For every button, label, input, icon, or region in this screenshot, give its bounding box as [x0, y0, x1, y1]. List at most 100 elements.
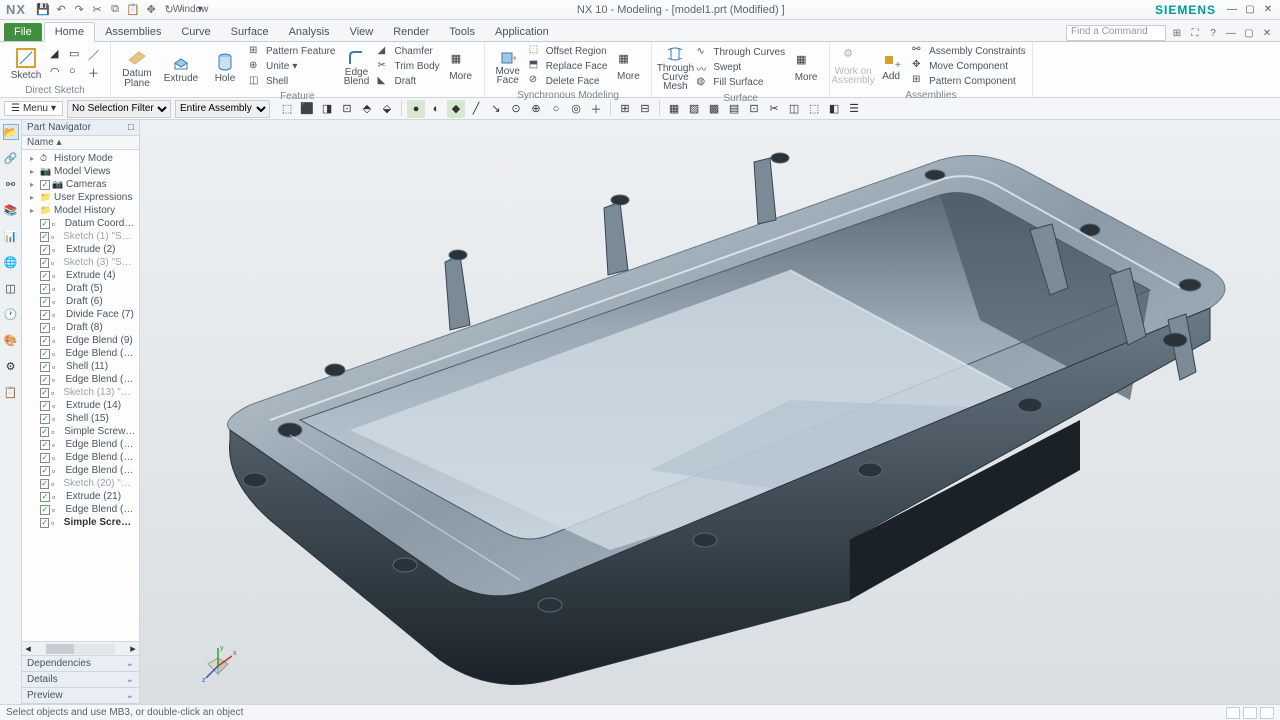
trim-body-button[interactable]: ✂Trim Body [377, 60, 439, 74]
tree-item[interactable]: ✓▫Draft (8) [22, 321, 139, 334]
sel-icon[interactable]: ⊞ [616, 100, 634, 118]
sel-icon[interactable]: ＋ [587, 100, 605, 118]
doc-close-icon[interactable]: ✕ [1260, 26, 1274, 40]
reuse-library-icon[interactable]: 📚 [3, 202, 19, 218]
tab-tools[interactable]: Tools [439, 23, 485, 41]
tree-item[interactable]: ▸✓📷Cameras [22, 178, 139, 191]
constraint-navigator-icon[interactable]: ⚯ [3, 176, 19, 192]
tree-item[interactable]: ▸📷Model Views [22, 165, 139, 178]
tree-item[interactable]: ▸📁User Expressions [22, 191, 139, 204]
panel-scrollbar[interactable]: ◂ ▸ [22, 641, 139, 655]
shell-button[interactable]: ◫Shell [249, 75, 335, 89]
touch-icon[interactable]: ✥ [144, 3, 158, 17]
close-icon[interactable]: ✕ [1260, 3, 1276, 17]
tree-item[interactable]: ✓▫Extrude (14) [22, 399, 139, 412]
minimize-icon[interactable]: — [1224, 3, 1240, 17]
profile-icon[interactable]: ◢ [50, 47, 66, 63]
menu-button[interactable]: ☰ Menu ▾ [4, 101, 63, 116]
through-curves-button[interactable]: ∿Through Curves [696, 46, 785, 60]
sketch-button[interactable]: Sketch [6, 46, 46, 81]
pattern-feature-button[interactable]: ⊞Pattern Feature [249, 45, 335, 59]
tree-item[interactable]: ✓▫Sketch (13) "SKET [22, 386, 139, 399]
tree-item[interactable]: ✓▫Shell (15) [22, 412, 139, 425]
cut-icon[interactable]: ✂ [90, 3, 104, 17]
tab-application[interactable]: Application [485, 23, 559, 41]
sel-icon[interactable]: ○ [547, 100, 565, 118]
sel-icon[interactable]: ◎ [567, 100, 585, 118]
sel-icon[interactable]: ☰ [845, 100, 863, 118]
move-component-button[interactable]: ✥Move Component [912, 59, 1026, 73]
tree-item[interactable]: ✓▫Sketch (3) "SKETC [22, 256, 139, 269]
tree-item[interactable]: ✓▫Sketch (20) "SKET [22, 477, 139, 490]
sel-icon[interactable]: ↘ [487, 100, 505, 118]
tree-item[interactable]: ▸⏱History Mode [22, 152, 139, 165]
tree-item[interactable]: ✓▫Extrude (21) [22, 490, 139, 503]
offset-region-button[interactable]: ⬚Offset Region [529, 44, 608, 58]
tree-item[interactable]: ✓▫Edge Blend (19) [22, 464, 139, 477]
clipboard-icon[interactable]: 📋 [3, 384, 19, 400]
layer-icon[interactable]: ◫ [3, 280, 19, 296]
sel-icon[interactable]: ◫ [785, 100, 803, 118]
panel-columns[interactable]: Name ▴ [22, 136, 139, 150]
through-curve-mesh-button[interactable]: Through Curve Mesh [658, 44, 692, 91]
command-search[interactable]: Find a Command [1066, 25, 1166, 41]
sel-icon[interactable]: ⬘ [358, 100, 376, 118]
sel-icon[interactable]: ✂ [765, 100, 783, 118]
point-icon[interactable]: ＋ [88, 65, 104, 81]
paste-icon[interactable]: 📋 [126, 3, 140, 17]
status-icon[interactable] [1226, 707, 1240, 719]
graphics-viewport[interactable]: x y z [140, 120, 1280, 704]
details-section[interactable]: Details⌄ [22, 672, 139, 688]
sel-icon[interactable]: ╱ [467, 100, 485, 118]
arc-icon[interactable]: ◠ [50, 65, 66, 81]
tree-item[interactable]: ✓▫Sketch (1) "SKETC [22, 230, 139, 243]
doc-max-icon[interactable]: ▢ [1242, 26, 1256, 40]
extrude-button[interactable]: Extrude [161, 49, 201, 84]
tab-analysis[interactable]: Analysis [279, 23, 340, 41]
tree-item[interactable]: ✓▫Edge Blend (17) [22, 438, 139, 451]
unite-button[interactable]: ⊕Unite ▾ [249, 60, 335, 74]
file-tab[interactable]: File [4, 23, 42, 41]
help-icon[interactable]: ? [1206, 26, 1220, 40]
tree-item[interactable]: ✓▫Draft (6) [22, 295, 139, 308]
history-icon[interactable]: 🕐 [3, 306, 19, 322]
datum-plane-button[interactable]: Datum Plane [117, 44, 157, 89]
sel-icon[interactable]: ⊟ [636, 100, 654, 118]
tree-item[interactable]: ✓▫Edge Blend (9) [22, 334, 139, 347]
sel-icon[interactable]: ⊙ [507, 100, 525, 118]
sel-icon[interactable]: ⬙ [378, 100, 396, 118]
tab-view[interactable]: View [340, 23, 384, 41]
tree-item[interactable]: ✓▫Datum Coordinat [22, 217, 139, 230]
pattern-component-button[interactable]: ⊞Pattern Component [912, 74, 1026, 88]
system-icon[interactable]: ⚙ [3, 358, 19, 374]
part-navigator-icon[interactable]: 📂 [3, 124, 19, 140]
surface-more-button[interactable]: ▦More [789, 53, 823, 82]
doc-min-icon[interactable]: — [1224, 26, 1238, 40]
assembly-navigator-icon[interactable]: 🔗 [3, 150, 19, 166]
browser-icon[interactable]: 🌐 [3, 254, 19, 270]
maximize-icon[interactable]: ▢ [1242, 3, 1258, 17]
tree-item[interactable]: ✓▫Edge Blend (10) [22, 347, 139, 360]
tree-item[interactable]: ✓▫Simple Screw Hol [22, 425, 139, 438]
fullscreen-icon[interactable]: ⛶ [1188, 26, 1202, 40]
add-button[interactable]: +Add [874, 52, 908, 81]
tree-item[interactable]: ▸📁Model History [22, 204, 139, 217]
view-triad[interactable]: x y z [200, 644, 240, 684]
status-icon[interactable] [1260, 707, 1274, 719]
tree-item[interactable]: ✓▫Simple Screw Ho [22, 516, 139, 529]
sel-icon[interactable]: ⬚ [805, 100, 823, 118]
tab-surface[interactable]: Surface [221, 23, 279, 41]
panel-pin-icon[interactable]: □ [128, 122, 134, 133]
undo-icon[interactable]: ↶ [54, 3, 68, 17]
save-icon[interactable]: 💾 [36, 3, 50, 17]
tree-item[interactable]: ✓▫Edge Blend (12) [22, 373, 139, 386]
sel-icon[interactable]: ◨ [318, 100, 336, 118]
replace-face-button[interactable]: ⬒Replace Face [529, 59, 608, 73]
tree-item[interactable]: ✓▫Edge Blend (18) [22, 451, 139, 464]
selection-filter[interactable]: No Selection Filter [67, 100, 171, 118]
draft-button[interactable]: ◣Draft [377, 75, 439, 89]
sel-icon[interactable]: ⊡ [745, 100, 763, 118]
circle-icon[interactable]: ○ [69, 65, 85, 81]
swept-button[interactable]: 〰Swept [696, 61, 785, 75]
copy-icon[interactable]: ⧉ [108, 3, 122, 17]
